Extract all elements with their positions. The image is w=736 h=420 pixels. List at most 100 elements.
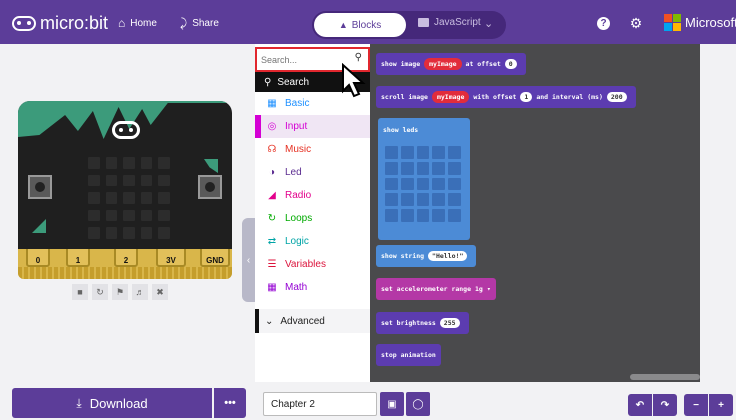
download-button[interactable]: ⤓ Download xyxy=(12,388,212,418)
button-b[interactable] xyxy=(198,175,222,199)
show-leds-block[interactable]: show leds xyxy=(378,118,470,240)
category-label: Logic xyxy=(285,236,309,247)
variable-dropdown[interactable]: myImage xyxy=(431,91,470,103)
share-icon: ⤸ xyxy=(180,15,188,30)
show-image-block[interactable]: show image myImage at offset 0 xyxy=(376,53,526,75)
workspace-margin xyxy=(700,44,736,382)
scroll-image-block[interactable]: scroll image myImage with offset 1 and i… xyxy=(376,86,636,108)
board-body xyxy=(18,101,232,249)
zoom-in-icon[interactable]: + xyxy=(709,394,733,416)
variable-dropdown[interactable]: myImage xyxy=(424,58,462,70)
block-text: show image xyxy=(381,60,421,68)
microsoft-logo[interactable]: Microsoft xyxy=(664,14,736,31)
edge-connector: 0 1 2 3V GND xyxy=(18,249,232,279)
microbit-logo-icon xyxy=(12,15,36,31)
refresh-icon: ↻ xyxy=(267,213,277,224)
category-radio[interactable]: ◢ Radio xyxy=(255,184,370,207)
block-text: and interval (ms) xyxy=(536,93,603,101)
category-input[interactable]: ◎ Input xyxy=(255,115,370,138)
shuffle-icon: ⇄ xyxy=(267,236,277,247)
mute-icon[interactable]: ♬ xyxy=(132,284,148,300)
string-input[interactable]: "Hello!" xyxy=(428,251,468,261)
editor-mode-toggle: ▲ Blocks JavaScript ⌄ xyxy=(312,11,506,39)
search-category-label: Search xyxy=(277,76,310,88)
restart-icon[interactable]: ↻ xyxy=(92,284,108,300)
blocks-label: Blocks xyxy=(351,19,382,31)
blocks-icon: ▲ xyxy=(338,20,348,30)
button-a[interactable] xyxy=(28,175,52,199)
home-button[interactable]: ⌂ Home xyxy=(118,15,157,31)
chevron-down-icon: ⌄ xyxy=(265,315,274,327)
accelerometer-range-block[interactable]: set accelerometer range 1g ▾ xyxy=(376,278,496,300)
range-dropdown[interactable]: 1g xyxy=(475,285,483,293)
block-text: at offset xyxy=(465,60,501,68)
undo-icon[interactable]: ↶ xyxy=(628,394,652,416)
collapse-simulator-button[interactable]: ‹ xyxy=(242,218,255,302)
category-label: Math xyxy=(285,282,308,293)
gear-icon[interactable]: ⚙ xyxy=(627,14,645,32)
javascript-tab[interactable]: JavaScript xyxy=(418,17,481,28)
dropdown-caret-icon: ▾ xyxy=(486,285,491,293)
download-icon: ⤓ xyxy=(76,395,82,410)
brightness-input[interactable]: 255 xyxy=(439,318,460,328)
save-icon[interactable]: ▣ xyxy=(380,392,404,416)
microsoft-icon xyxy=(664,14,681,31)
block-text: show string xyxy=(381,252,425,260)
block-text: set brightness xyxy=(381,319,436,327)
set-brightness-block[interactable]: set brightness 255 xyxy=(376,312,469,334)
offset-input[interactable]: 1 xyxy=(520,92,533,102)
brand-label: micro:bit xyxy=(40,12,109,33)
download-label: Download xyxy=(89,395,148,411)
debug-icon[interactable]: ⚑ xyxy=(112,284,128,300)
led-editor-grid[interactable] xyxy=(385,146,461,222)
category-loops[interactable]: ↻ Loops xyxy=(255,207,370,230)
category-led[interactable]: ◑ Led xyxy=(255,161,370,184)
category-label: Led xyxy=(285,167,302,178)
search-icon: ⚲ xyxy=(264,76,272,88)
category-label: Variables xyxy=(285,259,326,270)
blocks-tab[interactable]: ▲ Blocks xyxy=(314,13,406,37)
block-text: set accelerometer range xyxy=(381,285,472,293)
home-label: Home xyxy=(130,17,157,29)
offset-input[interactable]: 0 xyxy=(504,59,517,69)
pin-1[interactable]: 1 xyxy=(66,249,90,267)
microbit-logo[interactable]: micro:bit xyxy=(12,12,108,34)
workspace-scrollbar[interactable] xyxy=(630,374,700,380)
zoom-out-icon[interactable]: − xyxy=(684,394,708,416)
search-input[interactable] xyxy=(261,52,345,67)
interval-input[interactable]: 200 xyxy=(606,92,627,102)
category-math[interactable]: ▦ Math xyxy=(255,276,370,299)
button-b-label-icon xyxy=(204,159,218,173)
more-options-button[interactable]: ••• xyxy=(214,388,246,418)
show-string-block[interactable]: show string "Hello!" xyxy=(376,245,477,267)
category-music[interactable]: ☊ Music xyxy=(255,138,370,161)
pin-0[interactable]: 0 xyxy=(26,249,50,267)
block-text: scroll image xyxy=(381,93,428,101)
chevron-down-icon[interactable]: ⌄ xyxy=(484,17,493,30)
stop-animation-block[interactable]: stop animation xyxy=(376,344,441,366)
grid-icon: ▦ xyxy=(267,98,277,109)
home-icon: ⌂ xyxy=(118,16,126,30)
category-variables[interactable]: ☰ Variables xyxy=(255,253,370,276)
toggle-icon: ◑ xyxy=(268,167,276,178)
target-icon: ◎ xyxy=(267,121,277,132)
share-button[interactable]: ⤸ Share xyxy=(180,15,219,31)
search-icon[interactable]: ⚲ xyxy=(355,52,362,63)
github-icon[interactable]: ◯ xyxy=(406,392,430,416)
help-icon[interactable]: ? xyxy=(597,17,610,30)
category-label: Loops xyxy=(285,213,313,224)
advanced-label: Advanced xyxy=(280,315,325,327)
microsoft-label: Microsoft xyxy=(685,15,736,30)
top-bar: micro:bit ⌂ Home ⤸ Share ▲ Blocks JavaSc… xyxy=(0,0,736,44)
calculator-icon: ▦ xyxy=(267,282,277,293)
pin-gnd: GND xyxy=(200,249,230,267)
pin-2[interactable]: 2 xyxy=(114,249,138,267)
fullscreen-icon[interactable]: ✖ xyxy=(152,284,168,300)
stop-icon[interactable]: ■ xyxy=(72,284,88,300)
project-name-input[interactable] xyxy=(263,392,377,416)
face-logo-icon xyxy=(112,121,140,139)
redo-icon[interactable]: ↷ xyxy=(653,394,677,416)
category-logic[interactable]: ⇄ Logic xyxy=(255,230,370,253)
category-advanced[interactable]: ⌄ Advanced xyxy=(255,309,370,333)
block-text: show leds xyxy=(383,126,419,134)
